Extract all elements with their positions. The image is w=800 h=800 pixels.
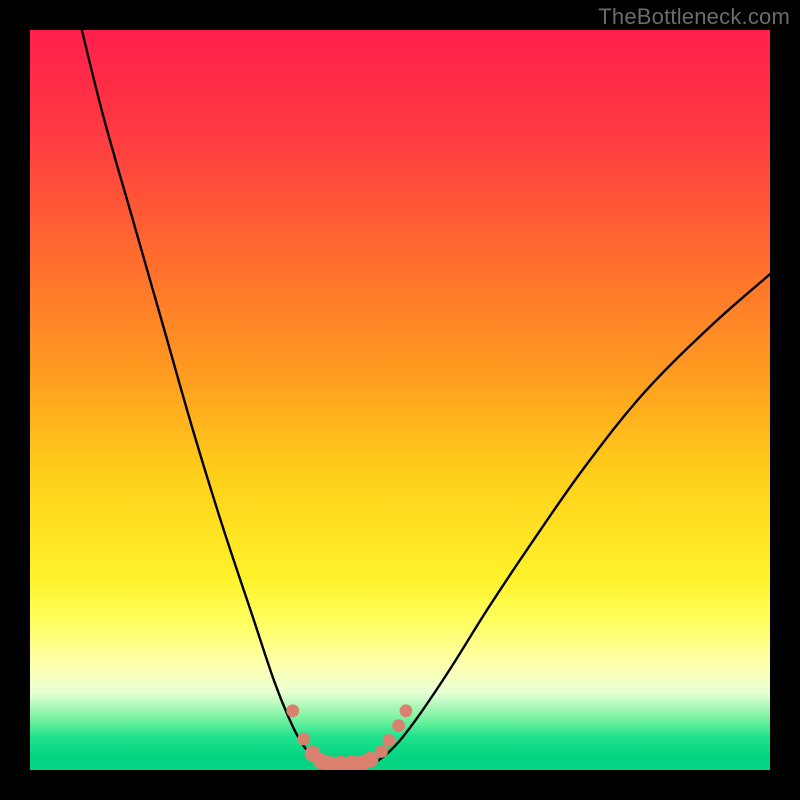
marker-dot: [383, 734, 396, 747]
marker-dot: [286, 704, 299, 717]
plot-svg: [30, 30, 770, 770]
watermark-text: TheBottleneck.com: [598, 4, 790, 30]
marker-dot: [297, 733, 310, 746]
plot-area: [30, 30, 770, 770]
marker-dot: [375, 745, 388, 758]
background-rect: [30, 30, 770, 770]
marker-dot: [392, 719, 405, 732]
outer-frame: TheBottleneck.com: [0, 0, 800, 800]
marker-dot: [400, 704, 413, 717]
